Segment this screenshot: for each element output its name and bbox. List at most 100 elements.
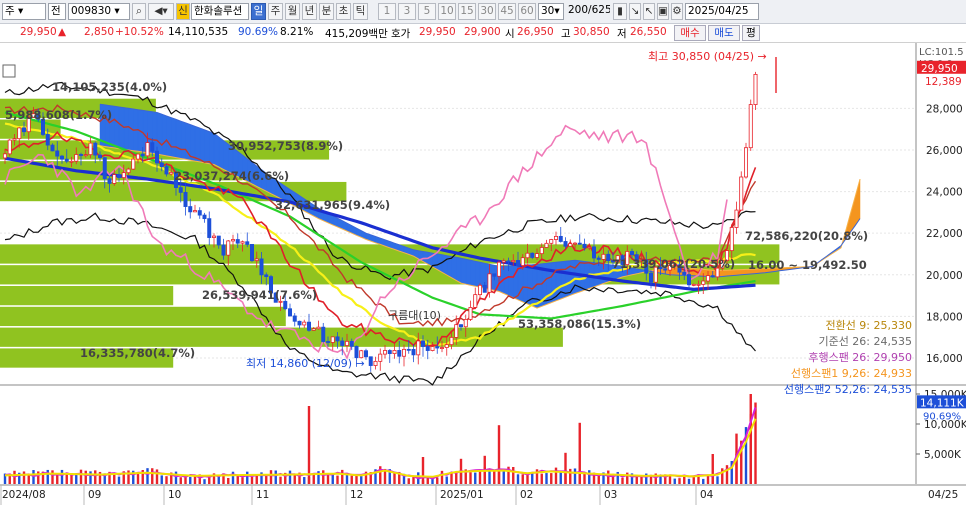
candle-body (240, 241, 245, 244)
period-tab[interactable]: 주 (268, 3, 283, 20)
interval-tab[interactable]: 3 (398, 3, 416, 20)
candle-body (516, 260, 521, 266)
volume-bar (89, 471, 92, 484)
sell-button[interactable]: 매도 (708, 25, 740, 41)
volume-bar (512, 466, 515, 484)
candle-body (340, 340, 345, 346)
eval-button[interactable]: 평 (742, 25, 760, 41)
interval-tab[interactable]: 1 (378, 3, 396, 20)
volume-bar (22, 471, 26, 484)
buy-button[interactable]: 매수 (674, 25, 706, 41)
volume-spike-bar (711, 454, 714, 484)
candle-body (587, 246, 592, 249)
candle-body (411, 349, 416, 356)
zoom-in-icon[interactable]: ↘ (629, 3, 641, 20)
volume-bar (60, 469, 64, 484)
period-tab[interactable]: 월 (285, 3, 300, 20)
volume-bar (179, 477, 182, 484)
interval-tab[interactable]: 30 (478, 3, 496, 20)
candle-body (729, 227, 734, 251)
volume-bar (350, 475, 353, 484)
candle-body (192, 210, 197, 213)
ichimoku-cloud (180, 120, 186, 160)
interval-select[interactable]: 30▾ (538, 3, 564, 20)
volume-bar (326, 474, 330, 484)
period-select[interactable]: 주 ▾ (2, 3, 46, 20)
candle-body (696, 283, 701, 286)
profile-label: 23,037,274(6.6%) (174, 169, 289, 183)
interval-tab[interactable]: 60 (518, 3, 536, 20)
volume-bar (341, 469, 344, 484)
stock-code-input[interactable]: 009830 ▾ (68, 3, 130, 20)
candle-body (140, 153, 145, 157)
ichimoku-cloud (209, 131, 215, 165)
candle-body (487, 273, 492, 293)
lc-badge: LC:101.5 (919, 47, 964, 58)
zoom-out-icon[interactable]: ↖ (643, 3, 655, 20)
volume-bar (51, 470, 54, 484)
ichimoku-cloud (166, 115, 172, 157)
candle-body (739, 176, 744, 211)
candle-body (88, 142, 93, 156)
ichimoku-cloud (508, 265, 514, 299)
high-annotation: 최고 30,850 (04/25) → (648, 50, 767, 63)
candle-body (577, 242, 582, 245)
compare-select[interactable]: 전 (48, 3, 66, 20)
interval-tab[interactable]: 45 (498, 3, 516, 20)
save-icon[interactable]: ▣ (657, 3, 669, 20)
x-tick-label: 03 (604, 489, 617, 501)
period-tab[interactable]: 일 (251, 3, 266, 20)
volume-bar (255, 475, 258, 484)
low-label: 저 (617, 28, 627, 40)
open-price: 26,950 (517, 26, 554, 38)
period-tab[interactable]: 년 (302, 3, 317, 20)
speaker-icon[interactable]: ◀▾ (148, 3, 174, 20)
profile-label: 16,335,780(4.7%) (80, 346, 195, 360)
profile-label: 32,631,965(9.4%) (275, 198, 390, 212)
candle-body (306, 321, 311, 331)
x-tick-label: 04/25 (928, 489, 958, 501)
interval-tab[interactable]: 10 (438, 3, 456, 20)
bid-price: 29,900 (464, 26, 501, 38)
change-percent: +10.52% (115, 26, 164, 38)
volume-bar (597, 475, 600, 484)
candle-body (592, 246, 597, 259)
candle-body (126, 168, 131, 174)
volume-bar (621, 477, 624, 484)
gear-icon[interactable]: ⚙ (671, 3, 683, 20)
candle-body (525, 252, 530, 259)
candle-body (501, 260, 506, 263)
volume-bar (702, 478, 705, 484)
prev-close-badge: 12,389 (925, 76, 962, 88)
candle-body (121, 172, 126, 178)
candle-body (748, 104, 753, 149)
candle-body (344, 340, 349, 346)
open-label: 시 (505, 28, 515, 40)
ichimoku-cloud (479, 261, 486, 289)
candle-body (17, 127, 22, 140)
date-input[interactable]: 2025/04/25 (685, 3, 759, 20)
candle-body (539, 247, 544, 255)
period-tab[interactable]: 초 (336, 3, 351, 20)
candle-body (197, 210, 202, 216)
chart-type-icon[interactable]: ▮ (613, 3, 627, 20)
candle-body (55, 150, 60, 157)
search-icon[interactable]: ⌕ (132, 3, 146, 20)
period-tab[interactable]: 틱 (353, 3, 368, 20)
candle-body (606, 253, 611, 261)
volume-bar (540, 473, 543, 484)
interval-tab[interactable]: 15 (458, 3, 476, 20)
candle-body (368, 356, 373, 366)
candle-body (753, 73, 758, 105)
candle-body (145, 142, 150, 157)
ichimoku-cloud (171, 117, 177, 158)
stock-chart[interactable]: 28,000 26,000 24,000 22,000 20,000 18,000 16,0… (0, 43, 966, 506)
volume-bar (84, 470, 87, 484)
volume-bar (227, 477, 230, 484)
candle-body (245, 241, 250, 245)
volume-bar (516, 474, 520, 484)
interval-tab[interactable]: 5 (418, 3, 436, 20)
candle-body (221, 244, 226, 256)
volume-ratio: 90.69% (238, 26, 279, 38)
period-tab[interactable]: 분 (319, 3, 334, 20)
